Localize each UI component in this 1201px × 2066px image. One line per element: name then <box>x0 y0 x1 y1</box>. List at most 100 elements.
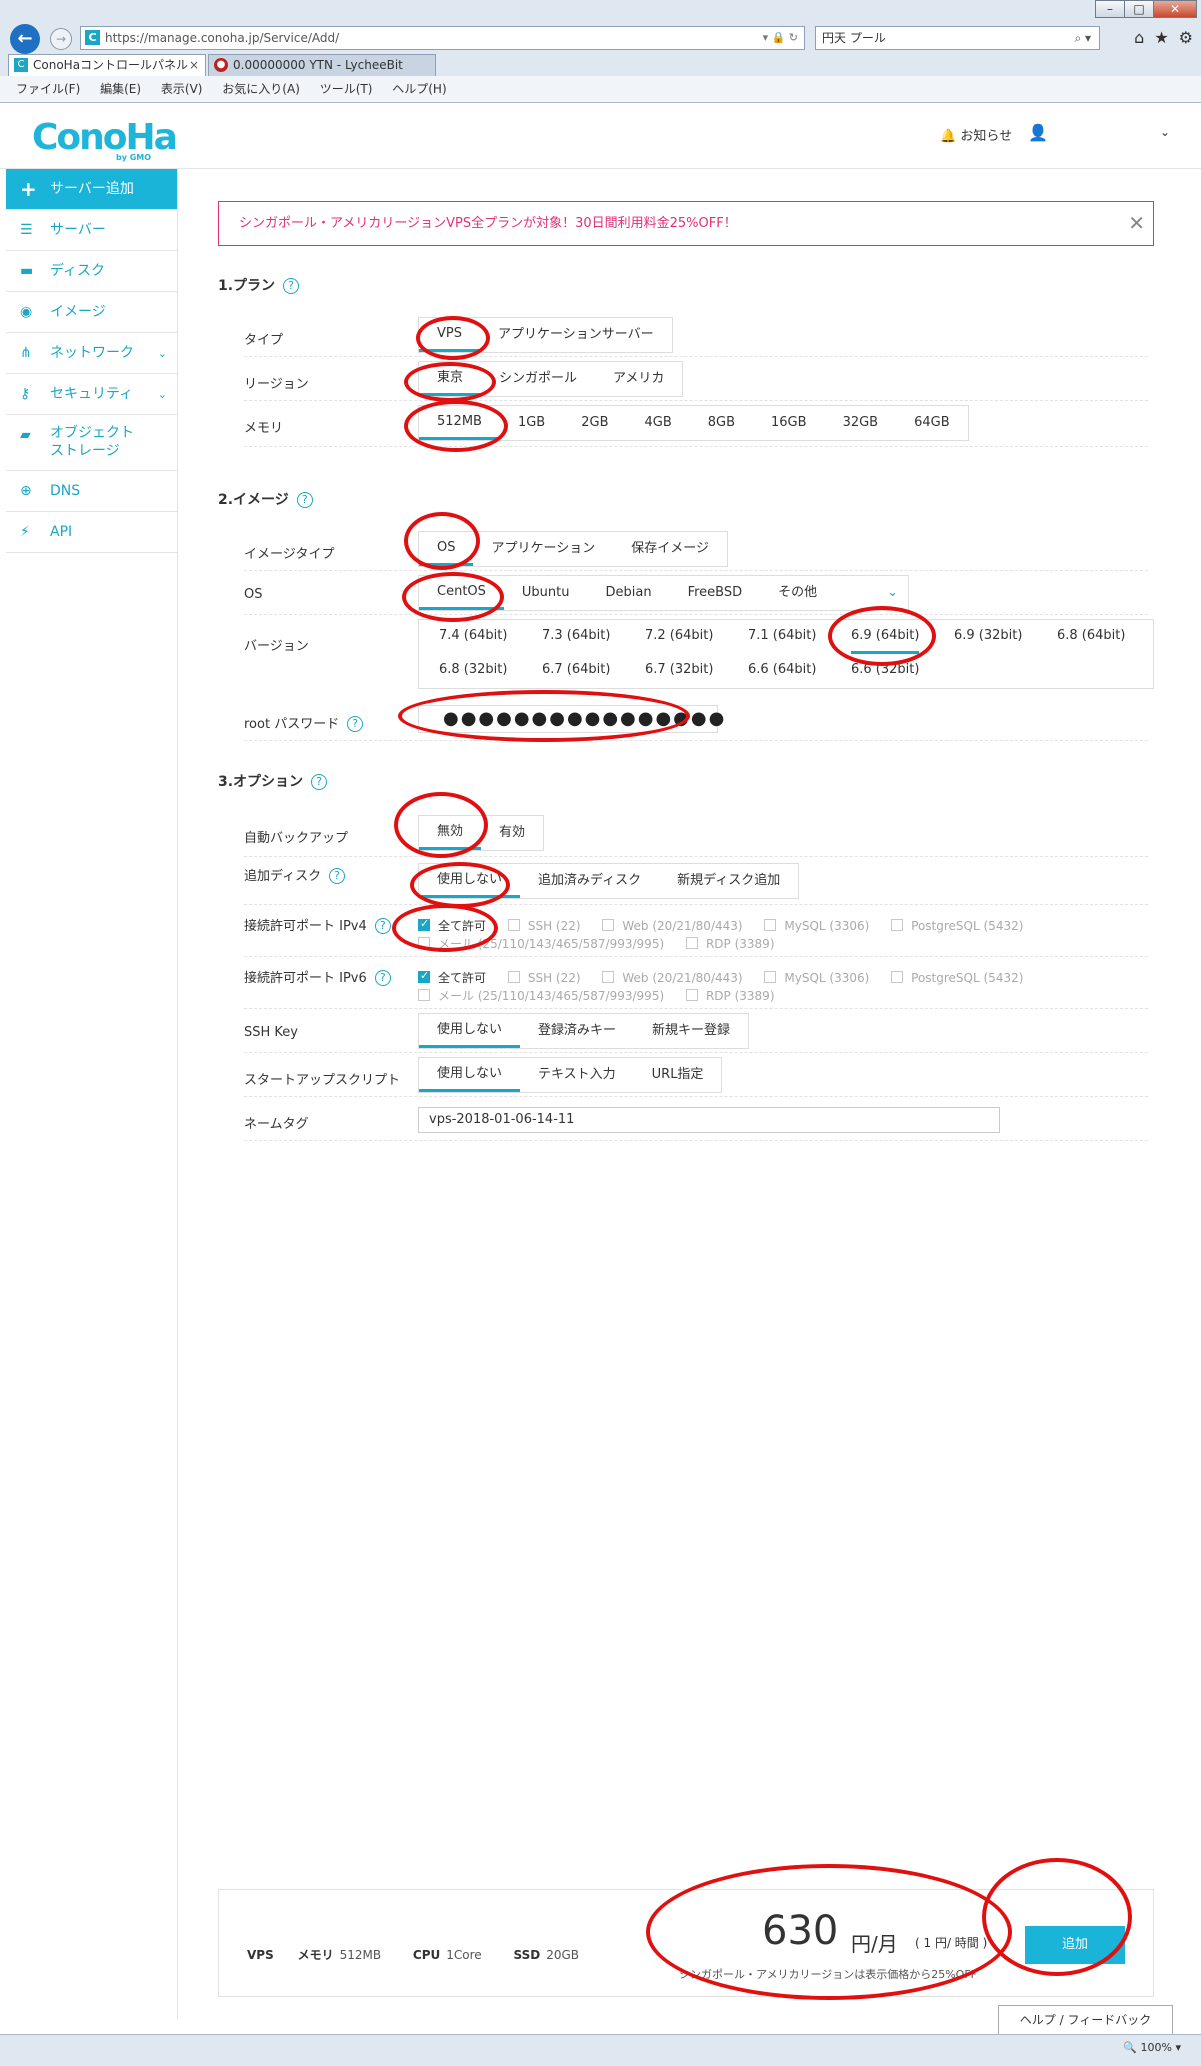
feedback-button[interactable]: ヘルプ / フィードバック <box>998 2005 1173 2035</box>
chevron-down-icon[interactable]: ⌄ <box>877 576 908 610</box>
ipv4-rdp-checkbox[interactable]: RDP (3389) <box>685 937 775 951</box>
home-icon[interactable]: ⌂ <box>1134 28 1144 47</box>
nametag-input[interactable]: vps-2018-01-06-14-11 <box>418 1107 1000 1133</box>
version-option[interactable]: 6.7 (32bit) <box>645 662 713 677</box>
disk-none-option[interactable]: 使用しない <box>419 864 521 898</box>
ipv4-postgres-checkbox[interactable]: PostgreSQL (5432) <box>891 919 1023 933</box>
sidebar-item-object-storage[interactable]: ▰ オブジェクト ストレージ <box>6 415 177 471</box>
sidebar-item-api[interactable]: ⚡ API <box>6 512 177 553</box>
help-icon[interactable]: ? <box>347 716 364 732</box>
ssh-none-option[interactable]: 使用しない <box>419 1014 521 1048</box>
version-option[interactable]: 7.3 (64bit) <box>542 628 610 643</box>
type-vps-option[interactable]: VPS <box>419 318 480 352</box>
image-type-app-option[interactable]: アプリケーション <box>473 532 613 566</box>
region-singapore-option[interactable]: シンガポール <box>481 362 595 396</box>
sidebar-item-network[interactable]: ⋔ ネットワーク ⌄ <box>6 333 177 374</box>
lock-refresh-icon[interactable]: ▾ 🔒 ↻ <box>763 27 798 49</box>
region-tokyo-option[interactable]: 東京 <box>419 362 482 396</box>
chevron-down-icon[interactable]: ⌄ <box>1160 125 1170 139</box>
startup-url-option[interactable]: URL指定 <box>634 1058 722 1092</box>
ipv6-ssh-checkbox[interactable]: SSH (22) <box>507 971 581 985</box>
address-bar[interactable]: C https://manage.conoha.jp/Service/Add/ … <box>80 26 805 50</box>
ipv6-rdp-checkbox[interactable]: RDP (3389) <box>685 989 775 1003</box>
os-ubuntu-option[interactable]: Ubuntu <box>504 576 588 610</box>
sidebar-item-disk[interactable]: ▬ ディスク <box>6 251 177 292</box>
forward-arrow-icon[interactable]: → <box>50 28 72 50</box>
ipv4-web-checkbox[interactable]: Web (20/21/80/443) <box>602 919 743 933</box>
ipv4-mail-checkbox[interactable]: メール (25/110/143/465/587/993/995) <box>418 935 664 952</box>
menu-favorites[interactable]: お気に入り(A) <box>214 76 308 102</box>
os-debian-option[interactable]: Debian <box>588 576 670 610</box>
tab-lycheebit[interactable]: ● 0.00000000 YTN - LycheeBit <box>208 54 436 76</box>
add-server-button[interactable]: 追加 <box>1025 1926 1125 1964</box>
version-option[interactable]: 6.6 (32bit) <box>851 662 919 677</box>
sidebar-item-server[interactable]: ☰ サーバー <box>6 210 177 251</box>
memory-16gb-option[interactable]: 16GB <box>753 406 825 440</box>
close-icon[interactable]: ✕ <box>1128 202 1145 245</box>
search-input[interactable]: 円天 プール ⌕ ▾ <box>815 26 1100 50</box>
tab-close-icon[interactable]: × <box>189 55 199 75</box>
help-icon[interactable]: ? <box>374 970 391 986</box>
zoom-control[interactable]: 🔍 100% ▾ <box>1123 2041 1181 2054</box>
help-icon[interactable]: ? <box>296 492 313 508</box>
user-icon[interactable]: 👤 <box>1028 123 1048 142</box>
os-freebsd-option[interactable]: FreeBSD <box>670 576 761 610</box>
backup-on-option[interactable]: 有効 <box>481 816 543 850</box>
version-option[interactable]: 7.2 (64bit) <box>645 628 713 643</box>
ipv4-ssh-checkbox[interactable]: SSH (22) <box>507 919 581 933</box>
image-type-os-option[interactable]: OS <box>419 532 474 566</box>
conoha-logo[interactable]: ConoHa <box>32 117 178 158</box>
backup-off-option[interactable]: 無効 <box>419 816 482 850</box>
menu-tools[interactable]: ツール(T) <box>312 76 381 102</box>
startup-text-option[interactable]: テキスト入力 <box>520 1058 634 1092</box>
memory-512mb-option[interactable]: 512MB <box>419 406 500 440</box>
version-option[interactable]: 6.8 (32bit) <box>439 662 507 677</box>
back-arrow-icon[interactable]: ← <box>10 24 40 54</box>
memory-4gb-option[interactable]: 4GB <box>626 406 689 440</box>
disk-existing-option[interactable]: 追加済みディスク <box>520 864 659 898</box>
ssh-new-option[interactable]: 新規キー登録 <box>634 1014 748 1048</box>
image-type-saved-option[interactable]: 保存イメージ <box>613 532 727 566</box>
memory-1gb-option[interactable]: 1GB <box>500 406 563 440</box>
version-option[interactable]: 7.4 (64bit) <box>439 628 507 643</box>
ipv4-mysql-checkbox[interactable]: MySQL (3306) <box>764 919 869 933</box>
sidebar-item-security[interactable]: ⚷ セキュリティ ⌄ <box>6 374 177 415</box>
search-icon[interactable]: ⌕ ▾ <box>1074 27 1091 49</box>
region-america-option[interactable]: アメリカ <box>595 362 682 396</box>
ssh-registered-option[interactable]: 登録済みキー <box>520 1014 634 1048</box>
disk-new-option[interactable]: 新規ディスク追加 <box>659 864 798 898</box>
memory-2gb-option[interactable]: 2GB <box>563 406 626 440</box>
version-option[interactable]: 7.1 (64bit) <box>748 628 816 643</box>
memory-64gb-option[interactable]: 64GB <box>896 406 968 440</box>
sidebar-item-dns[interactable]: ⊕ DNS <box>6 471 177 512</box>
menu-view[interactable]: 表示(V) <box>153 76 211 102</box>
ipv4-all-checkbox[interactable]: 全て許可 <box>418 917 486 934</box>
root-password-input[interactable]: ●●●●●●●●●●●●●●●● <box>418 705 724 733</box>
memory-8gb-option[interactable]: 8GB <box>690 406 753 440</box>
sidebar-item-image[interactable]: ◉ イメージ <box>6 292 177 333</box>
menu-help[interactable]: ヘルプ(H) <box>384 76 454 102</box>
ipv6-mail-checkbox[interactable]: メール (25/110/143/465/587/993/995) <box>418 987 664 1004</box>
sidebar-item-add-server[interactable]: + サーバー追加 <box>6 169 177 210</box>
tab-conoha[interactable]: C ConoHaコントロールパネル × <box>8 54 206 76</box>
version-option[interactable]: 6.9 (32bit) <box>954 628 1022 643</box>
maximize-icon[interactable]: □ <box>1124 0 1154 18</box>
menu-edit[interactable]: 編集(E) <box>92 76 149 102</box>
memory-32gb-option[interactable]: 32GB <box>825 406 897 440</box>
startup-none-option[interactable]: 使用しない <box>419 1058 521 1092</box>
minimize-icon[interactable]: – <box>1095 0 1125 18</box>
help-icon[interactable]: ? <box>311 774 328 790</box>
gear-icon[interactable]: ⚙ <box>1179 28 1193 47</box>
ipv6-web-checkbox[interactable]: Web (20/21/80/443) <box>602 971 743 985</box>
help-icon[interactable]: ? <box>329 868 346 884</box>
ipv6-postgres-checkbox[interactable]: PostgreSQL (5432) <box>891 971 1023 985</box>
type-appserver-option[interactable]: アプリケーションサーバー <box>480 318 672 352</box>
version-option[interactable]: 6.6 (64bit) <box>748 662 816 677</box>
ipv6-all-checkbox[interactable]: 全て許可 <box>418 969 486 986</box>
version-option[interactable]: 6.7 (64bit) <box>542 662 610 677</box>
os-centos-option[interactable]: CentOS <box>419 576 504 610</box>
os-other-option[interactable]: その他 <box>760 576 877 610</box>
help-icon[interactable]: ? <box>283 278 300 294</box>
close-icon[interactable]: ✕ <box>1153 0 1197 18</box>
menu-file[interactable]: ファイル(F) <box>0 76 88 102</box>
